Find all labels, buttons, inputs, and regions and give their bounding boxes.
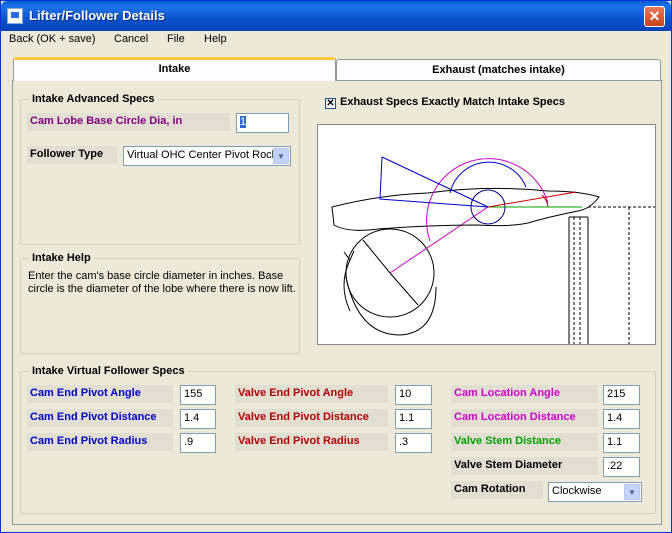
cam-end-pivot-radius-label: Cam End Pivot Radius <box>27 433 173 451</box>
cam-end-pivot-distance-input[interactable]: 1.4 <box>180 409 216 429</box>
valve-stem-diameter-input[interactable]: .22 <box>603 457 640 477</box>
help-label: Intake Help <box>29 252 94 264</box>
chevron-down-icon[interactable]: ▼ <box>624 484 640 500</box>
valve-end-pivot-distance-label: Valve End Pivot Distance <box>235 409 388 427</box>
menu-back[interactable]: Back (OK + save) <box>9 33 96 45</box>
valve-end-pivot-distance-input[interactable]: 1.1 <box>395 409 432 429</box>
app-icon <box>7 8 23 24</box>
cam-end-pivot-radius-input[interactable]: .9 <box>180 433 216 453</box>
valve-end-pivot-angle-input[interactable]: 10 <box>395 385 432 405</box>
advanced-specs-label: Intake Advanced Specs <box>29 93 158 105</box>
exhaust-match-checkbox[interactable]: ✕ Exhaust Specs Exactly Match Intake Spec… <box>325 96 565 109</box>
base-circle-label: Cam Lobe Base Circle Dia, in <box>27 113 230 131</box>
follower-diagram <box>317 124 656 345</box>
valve-stem-diameter-label: Valve Stem Diameter <box>451 457 598 475</box>
valve-end-pivot-angle-label: Valve End Pivot Angle <box>235 385 388 403</box>
cam-end-pivot-hyp <box>381 156 489 208</box>
valve-stem-distance-label: Valve Stem Distance <box>451 433 598 451</box>
follower-type-label: Follower Type <box>27 146 117 164</box>
cam-location-distance-label: Cam Location Distance <box>451 409 598 427</box>
help-group: Intake Help Enter the cam's base circle … <box>20 252 300 354</box>
close-button[interactable]: ✕ <box>644 6 665 27</box>
cam-location-angle-label: Cam Location Angle <box>451 385 598 403</box>
cam-rotation-value: Clockwise <box>552 485 602 497</box>
follower-type-value: Virtual OHC Center Pivot Rock <box>127 149 278 161</box>
follower-diagram-svg <box>331 156 655 344</box>
virtual-follower-label: Intake Virtual Follower Specs <box>29 365 188 377</box>
base-circle-input[interactable]: 1 <box>236 113 289 133</box>
cam-location-line <box>389 206 489 274</box>
lifter-follower-window: Lifter/Follower Details ✕ Back (OK + sav… <box>0 0 672 533</box>
chevron-down-icon[interactable]: ▼ <box>273 148 289 164</box>
help-text: Enter the cam's base circle diameter in … <box>28 270 296 295</box>
valve-end-pivot-radius-label: Valve End Pivot Radius <box>235 433 388 451</box>
cam-end-pivot-distance-label: Cam End Pivot Distance <box>27 409 173 427</box>
cam-rotation-arrow <box>343 250 355 312</box>
menu-bar: Back (OK + save) Cancel File Help <box>1 31 671 50</box>
cam-rotation-select[interactable]: Clockwise ▼ <box>548 482 642 502</box>
valve-end-pivot-line <box>487 191 577 208</box>
menu-cancel[interactable]: Cancel <box>114 33 148 45</box>
cam-lobe <box>345 228 437 336</box>
cam-end-pivot-angle-label: Cam End Pivot Angle <box>27 385 173 403</box>
menu-help[interactable]: Help <box>204 33 227 45</box>
cam-location-distance-input[interactable]: 1.4 <box>603 409 640 429</box>
tab-intake[interactable]: Intake <box>13 57 336 81</box>
valve-stem-distance-input[interactable]: 1.1 <box>603 433 640 453</box>
exhaust-match-label: Exhaust Specs Exactly Match Intake Specs <box>340 96 565 108</box>
checkmark-icon[interactable]: ✕ <box>325 98 336 109</box>
cam-rotation-label: Cam Rotation <box>451 481 543 499</box>
title-bar: Lifter/Follower Details ✕ <box>1 1 671 31</box>
window-title: Lifter/Follower Details <box>29 8 165 23</box>
cam-end-pivot-angle-input[interactable]: 155 <box>180 385 216 405</box>
tab-exhaust[interactable]: Exhaust (matches intake) <box>336 59 661 80</box>
base-circle-value: 1 <box>240 116 247 128</box>
valve-end-pivot-radius-input[interactable]: .3 <box>395 433 432 453</box>
cam-location-angle-input[interactable]: 215 <box>603 385 640 405</box>
valve-stem <box>568 216 589 344</box>
menu-file[interactable]: File <box>167 33 185 45</box>
follower-type-select[interactable]: Virtual OHC Center Pivot Rock ▼ <box>123 146 291 166</box>
